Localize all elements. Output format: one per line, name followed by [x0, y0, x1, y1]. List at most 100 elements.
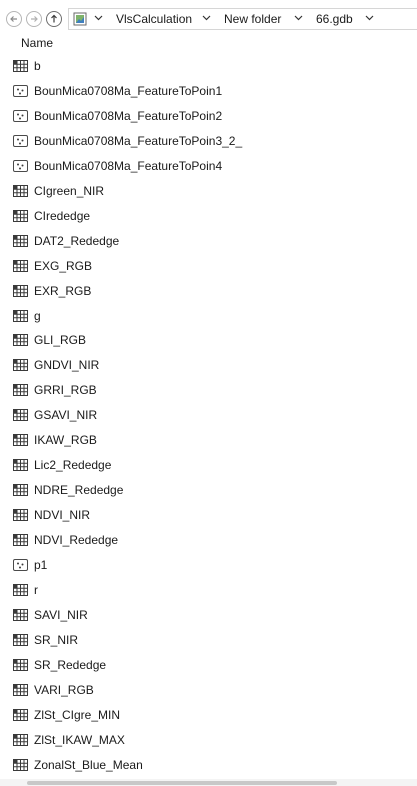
list-item[interactable]: DAT2_Rededge: [0, 229, 417, 254]
horizontal-scrollbar[interactable]: [0, 779, 417, 786]
raster-dataset-icon: [12, 708, 29, 722]
chevron-down-icon[interactable]: [202, 15, 211, 21]
list-item[interactable]: NDVI_Rededge: [0, 528, 417, 553]
list-item-label: NDVI_Rededge: [34, 533, 119, 548]
list-item[interactable]: NDVI_NIR: [0, 503, 417, 528]
list-item-label: CIgreen_NIR: [34, 183, 105, 198]
list-item-label: CIrededge: [34, 208, 91, 223]
point-feature-class-icon: [12, 134, 29, 148]
list-item-label: DAT2_Rededge: [34, 233, 120, 248]
list-item-label: g: [34, 308, 41, 323]
list-item[interactable]: GNDVI_NIR: [0, 353, 417, 378]
list-item[interactable]: ZlSt_IKAW_MAX: [0, 728, 417, 753]
list-item[interactable]: CIrededge: [0, 204, 417, 229]
list-item-label: VARI_RGB: [34, 682, 94, 697]
list-item-label: NDVI_NIR: [34, 508, 91, 523]
list-item-label: GRRI_RGB: [34, 383, 97, 398]
column-header-name[interactable]: Name: [21, 36, 53, 50]
list-item[interactable]: ZlSt_CIgre_MIN: [0, 703, 417, 728]
list-item-label: b: [34, 59, 41, 73]
point-feature-class-icon: [12, 558, 29, 572]
list-item[interactable]: r: [0, 578, 417, 603]
navigation-toolbar: VlsCalculation New folder 66.gdb: [0, 0, 417, 36]
list-item[interactable]: GLI_RGB: [0, 328, 417, 353]
scrollbar-thumb[interactable]: [27, 781, 337, 785]
arrow-up-icon: [51, 14, 57, 23]
list-item[interactable]: EXR_RGB: [0, 279, 417, 304]
list-item-label: SR_NIR: [34, 632, 79, 647]
point-feature-class-icon: [12, 109, 29, 123]
chevron-down-icon[interactable]: [365, 15, 374, 21]
address-bar[interactable]: VlsCalculation New folder 66.gdb: [68, 8, 417, 30]
up-button[interactable]: [46, 11, 62, 27]
raster-dataset-icon: [12, 733, 29, 747]
list-item[interactable]: BounMica0708Ma_FeatureToPoin4: [0, 154, 417, 179]
list-item[interactable]: Lic2_Rededge: [0, 453, 417, 478]
raster-dataset-icon: [12, 533, 29, 547]
raster-dataset-icon: [12, 358, 29, 372]
column-header: Name: [0, 34, 417, 52]
raster-dataset-icon: [12, 583, 29, 597]
raster-dataset-icon: [12, 309, 29, 323]
list-item[interactable]: BounMica0708Ma_FeatureToPoin2: [0, 104, 417, 129]
list-item[interactable]: BounMica0708Ma_FeatureToPoin3_2_: [0, 129, 417, 154]
list-item[interactable]: EXG_RGB: [0, 254, 417, 279]
list-item[interactable]: SAVI_NIR: [0, 603, 417, 628]
raster-dataset-icon: [12, 483, 29, 497]
list-item[interactable]: SR_NIR: [0, 628, 417, 653]
list-item-label: r: [34, 582, 38, 597]
list-item-label: EXR_RGB: [34, 283, 92, 298]
raster-dataset-icon: [12, 683, 29, 697]
raster-dataset-icon: [12, 633, 29, 647]
list-item-label: Lic2_Rededge: [34, 458, 112, 473]
list-item-label: SAVI_NIR: [34, 607, 88, 622]
raster-dataset-icon: [12, 758, 29, 772]
list-item[interactable]: p1: [0, 553, 417, 578]
list-item[interactable]: SR_Rededge: [0, 653, 417, 678]
arrow-right-icon: [31, 16, 38, 22]
raster-dataset-icon: [12, 333, 29, 347]
list-item-label: GLI_RGB: [34, 333, 87, 348]
raster-dataset-icon: [12, 408, 29, 422]
breadcrumb-item[interactable]: VlsCalculation: [116, 12, 192, 26]
list-item-label: BounMica0708Ma_FeatureToPoin1: [34, 83, 223, 98]
chevron-down-icon[interactable]: [94, 15, 103, 21]
list-item[interactable]: GRRI_RGB: [0, 378, 417, 403]
raster-dataset-icon: [12, 184, 29, 198]
list-item-label: SR_Rededge: [34, 657, 107, 672]
raster-dataset-icon: [12, 59, 29, 73]
list-item-label: EXG_RGB: [34, 258, 93, 273]
breadcrumb-item[interactable]: New folder: [224, 12, 281, 26]
point-feature-class-icon: [12, 159, 29, 173]
list-item-label: NDRE_Rededge: [34, 483, 124, 498]
list-item[interactable]: CIgreen_NIR: [0, 179, 417, 204]
list-item-label: BounMica0708Ma_FeatureToPoin4: [34, 158, 223, 173]
list-item-label: IKAW_RGB: [34, 433, 97, 448]
list-item-label: ZlSt_IKAW_MAX: [34, 732, 125, 747]
point-feature-class-icon: [12, 84, 29, 98]
raster-dataset-icon: [12, 234, 29, 248]
list-item-label: p1: [34, 558, 48, 572]
list-item-label: ZlSt_CIgre_MIN: [34, 707, 121, 722]
list-item-label: BounMica0708Ma_FeatureToPoin2: [34, 108, 223, 123]
arrow-left-icon: [10, 16, 17, 22]
list-item-label: GSAVI_NIR: [34, 408, 98, 423]
list-item[interactable]: ZonalSt_Blue_Mean: [0, 753, 417, 778]
list-item[interactable]: NDRE_Rededge: [0, 478, 417, 503]
raster-dataset-icon: [12, 259, 29, 273]
list-item[interactable]: IKAW_RGB: [0, 428, 417, 453]
raster-dataset-icon: [12, 608, 29, 622]
back-button[interactable]: [6, 11, 22, 27]
chevron-down-icon[interactable]: [294, 15, 303, 21]
forward-button[interactable]: [26, 11, 42, 27]
raster-dataset-icon: [12, 383, 29, 397]
raster-dataset-icon: [12, 458, 29, 472]
list-item[interactable]: b: [0, 54, 417, 79]
list-item[interactable]: BounMica0708Ma_FeatureToPoin1: [0, 79, 417, 104]
list-item[interactable]: VARI_RGB: [0, 678, 417, 703]
list-item[interactable]: GSAVI_NIR: [0, 403, 417, 428]
raster-dataset-icon: [12, 658, 29, 672]
list-item[interactable]: g: [0, 304, 417, 329]
list-item-label: BounMica0708Ma_FeatureToPoin3_2_: [34, 133, 243, 148]
breadcrumb-item[interactable]: 66.gdb: [316, 12, 353, 26]
